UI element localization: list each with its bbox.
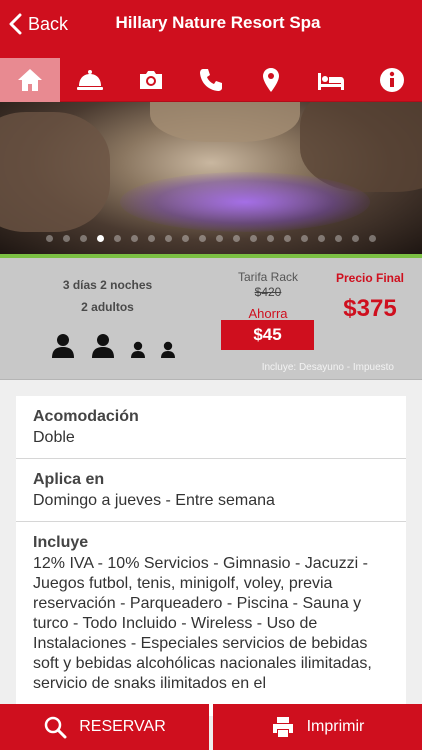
carousel-dot[interactable] bbox=[114, 235, 121, 242]
search-icon bbox=[44, 716, 67, 739]
carousel-dot[interactable] bbox=[182, 235, 189, 242]
carousel-dot[interactable] bbox=[335, 235, 342, 242]
adult-icon bbox=[52, 334, 74, 358]
tab-info[interactable] bbox=[362, 58, 422, 102]
includes-title: Incluye bbox=[33, 534, 89, 551]
carousel-dot[interactable] bbox=[369, 235, 376, 242]
carousel-dot[interactable] bbox=[233, 235, 240, 242]
carousel-dot[interactable] bbox=[284, 235, 291, 242]
carousel-dot[interactable] bbox=[301, 235, 308, 242]
pool-glow bbox=[120, 172, 370, 232]
cave-rock-shape bbox=[150, 102, 300, 142]
page-title: Hillary Nature Resort Spa bbox=[115, 13, 321, 32]
info-icon bbox=[379, 68, 404, 92]
guest-icons bbox=[50, 332, 176, 358]
savings-label: Ahorra bbox=[248, 306, 288, 321]
carousel-dot[interactable] bbox=[97, 235, 104, 242]
final-price: $375 bbox=[343, 295, 397, 322]
accommodation-section: Acomodación Doble bbox=[16, 396, 406, 459]
child-icon bbox=[161, 341, 175, 358]
reserve-button[interactable]: RESERVAR bbox=[0, 704, 209, 750]
phone-icon bbox=[199, 69, 222, 91]
rack-rate-label: Tarifa Rack bbox=[237, 270, 299, 284]
tab-room-service[interactable] bbox=[60, 58, 120, 102]
photo-carousel[interactable] bbox=[0, 102, 422, 254]
carousel-pager[interactable] bbox=[0, 235, 422, 242]
print-label: Imprimir bbox=[306, 718, 365, 735]
camera-icon bbox=[139, 71, 162, 89]
carousel-dot[interactable] bbox=[165, 235, 172, 242]
package-details-card: Acomodación Doble Aplica en Domingo a ju… bbox=[16, 396, 406, 716]
room-service-icon bbox=[77, 70, 104, 90]
printer-icon bbox=[272, 717, 293, 737]
cave-rock-shape bbox=[0, 112, 110, 232]
carousel-dot[interactable] bbox=[250, 235, 257, 242]
bed-icon bbox=[318, 73, 345, 90]
carousel-dot[interactable] bbox=[216, 235, 223, 242]
includes-section: Incluye 12% IVA - 10% Servicios - Gimnas… bbox=[16, 522, 406, 704]
rack-rate-price: $420 bbox=[254, 285, 282, 299]
carousel-dot[interactable] bbox=[80, 235, 87, 242]
accommodation-value: Doble bbox=[33, 429, 75, 446]
tab-contact[interactable] bbox=[181, 58, 241, 102]
carousel-dot[interactable] bbox=[199, 235, 206, 242]
includes-value: 12% IVA - 10% Servicios - Gimnasio - Jac… bbox=[33, 555, 372, 692]
carousel-dot[interactable] bbox=[352, 235, 359, 242]
location-pin-icon bbox=[263, 68, 280, 92]
tab-gallery[interactable] bbox=[121, 58, 181, 102]
carousel-dot[interactable] bbox=[63, 235, 70, 242]
applies-section: Aplica en Domingo a jueves - Entre seman… bbox=[16, 459, 406, 522]
savings-amount: $45 bbox=[221, 320, 314, 350]
applies-value: Domingo a jueves - Entre semana bbox=[33, 492, 275, 509]
final-price-label: Precio Final bbox=[335, 271, 405, 285]
accommodation-title: Acomodación bbox=[33, 408, 139, 425]
print-button[interactable]: Imprimir bbox=[213, 704, 422, 750]
reserve-label: RESERVAR bbox=[79, 718, 166, 735]
guest-count: 2 adultos bbox=[81, 300, 134, 314]
carousel-dot[interactable] bbox=[318, 235, 325, 242]
action-bar: RESERVAR Imprimir bbox=[0, 704, 422, 750]
package-summary: 3 días 2 noches 2 adultos Tarifa Rack $4… bbox=[0, 258, 422, 380]
home-icon bbox=[18, 69, 43, 91]
includes-note: Incluye: Desayuno - Impuesto bbox=[261, 362, 394, 373]
child-icon bbox=[131, 341, 145, 358]
tab-rooms[interactable] bbox=[301, 58, 361, 102]
adult-icon bbox=[92, 334, 114, 358]
navigation-bar: Back Hillary Nature Resort Spa bbox=[0, 0, 422, 58]
carousel-dot[interactable] bbox=[267, 235, 274, 242]
stay-duration: 3 días 2 noches bbox=[62, 278, 153, 292]
carousel-dot[interactable] bbox=[148, 235, 155, 242]
section-toolbar bbox=[0, 58, 422, 102]
tab-location[interactable] bbox=[241, 58, 301, 102]
applies-title: Aplica en bbox=[33, 471, 105, 488]
carousel-dot[interactable] bbox=[46, 235, 53, 242]
carousel-dot[interactable] bbox=[131, 235, 138, 242]
tab-home[interactable] bbox=[0, 58, 61, 102]
